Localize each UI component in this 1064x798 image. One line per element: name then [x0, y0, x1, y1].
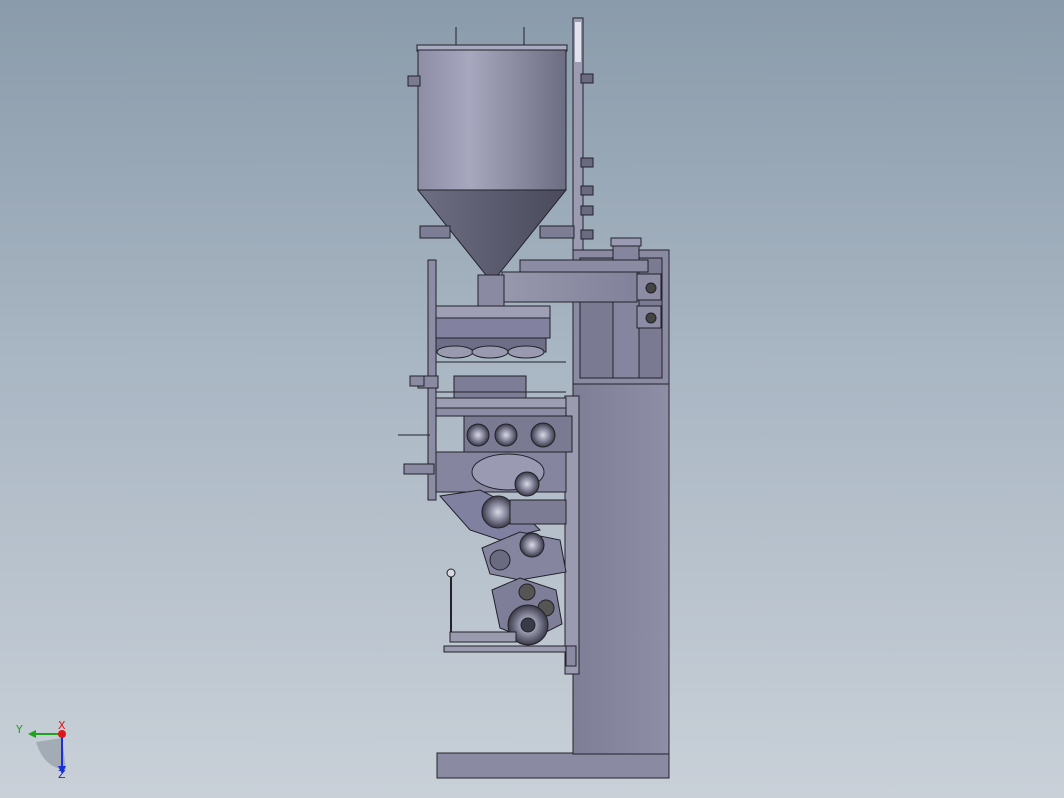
- filler-disc: [427, 317, 551, 339]
- bottom-tray: [443, 645, 577, 653]
- lever-bar: [449, 631, 517, 643]
- dosing-plate: [435, 397, 567, 409]
- axis-triad: Y X Z: [15, 719, 66, 781]
- y-axis-label: Y: [15, 723, 23, 736]
- base-plate: [436, 752, 670, 779]
- film-roller-2: [494, 423, 518, 447]
- rail-highlight: [575, 22, 581, 62]
- hopper-side-bolt: [407, 75, 421, 87]
- post-cap: [610, 237, 642, 247]
- film-roller-3: [530, 422, 556, 448]
- filler-disc-top: [427, 305, 551, 319]
- cad-viewport[interactable]: Y X Z: [0, 0, 1064, 798]
- machine-model: Y X Z: [15, 17, 670, 781]
- hopper-pipe-left: [419, 225, 451, 239]
- cam-wheel-1: [514, 471, 540, 497]
- pivot-1: [489, 549, 511, 571]
- jaw-block: [509, 499, 567, 525]
- arm-top-bar: [519, 259, 649, 273]
- feed-neck: [477, 274, 505, 308]
- cutter-hub: [520, 617, 536, 633]
- pivot-2: [518, 583, 536, 601]
- side-lever-2: [403, 463, 435, 475]
- z-axis-label: Z: [58, 768, 66, 781]
- hopper-pipe-right: [539, 225, 575, 239]
- hopper-cylinder: [417, 49, 567, 191]
- side-knob: [409, 375, 425, 387]
- cam-wheel-2: [481, 495, 515, 529]
- x-axis-label: X: [58, 719, 66, 732]
- support-arm: [501, 271, 638, 303]
- cam-wheel-3: [519, 532, 545, 558]
- dosing-box: [453, 375, 527, 401]
- y-axis-arrowhead: [28, 730, 36, 738]
- guide-bar: [435, 407, 567, 417]
- tray-bracket: [565, 645, 577, 667]
- film-roller-1: [466, 423, 490, 447]
- lever-knob[interactable]: [446, 568, 456, 578]
- main-cabinet: [572, 382, 670, 755]
